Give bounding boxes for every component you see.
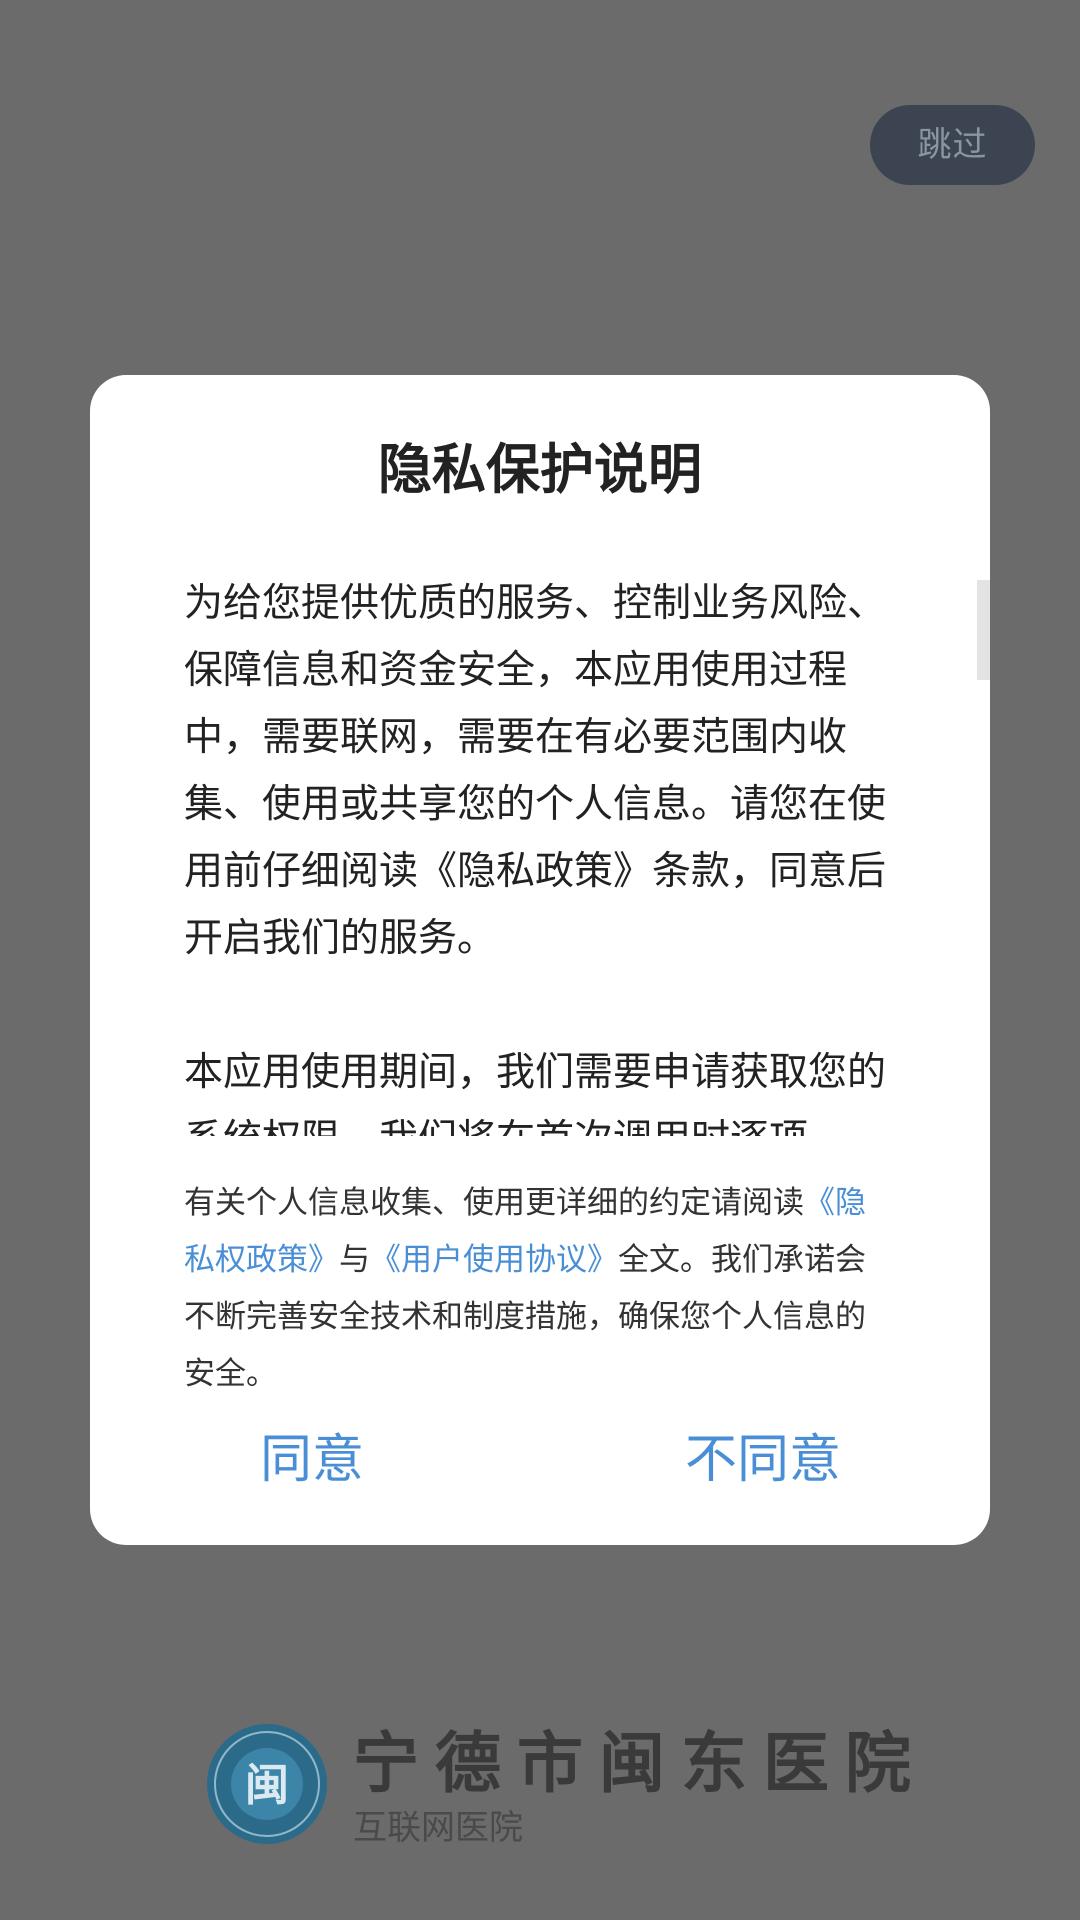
notice-prefix: 有关个人信息收集、使用更详细的约定请阅读 bbox=[184, 1185, 804, 1221]
skip-button[interactable]: 跳过 bbox=[870, 105, 1035, 185]
disagree-button[interactable]: 不同意 bbox=[685, 1420, 841, 1500]
hospital-brand: 闽 宁德市闽东医院 互联网医院 bbox=[205, 1720, 911, 1850]
dialog-title: 隐私保护说明 bbox=[378, 438, 702, 501]
policy-notice: 有关个人信息收集、使用更详细的约定请阅读《隐私权政策》与《用户使用协议》全文。我… bbox=[184, 1175, 896, 1403]
user-agreement-link[interactable]: 《用户使用协议》 bbox=[370, 1242, 618, 1278]
logo-char: 闽 bbox=[245, 1760, 289, 1811]
hospital-logo-icon: 闽 bbox=[207, 1724, 327, 1844]
scrollbar[interactable] bbox=[977, 580, 990, 680]
policy-paragraph: 为给您提供优质的服务、控制业务风险、保障信息和资金安全，本应用使用过程中，需要联… bbox=[184, 581, 887, 961]
privacy-dialog: 隐私保护说明 为给您提供优质的服务、控制业务风险、保障信息和资金安全，本应用使用… bbox=[90, 375, 990, 1545]
hospital-name: 宁德市闽东医院 bbox=[353, 1725, 927, 1802]
notice-conjunction: 与 bbox=[339, 1242, 370, 1278]
policy-scroll-area[interactable]: 为给您提供优质的服务、控制业务风险、保障信息和资金安全，本应用使用过程中，需要联… bbox=[184, 570, 896, 1136]
hospital-subtitle: 互联网医院 bbox=[353, 1808, 523, 1848]
agree-button[interactable]: 同意 bbox=[260, 1420, 364, 1500]
policy-paragraph: 本应用使用期间，我们需要申请获取您的系统权限，我们将在首次调用时逐项 bbox=[184, 1050, 887, 1136]
